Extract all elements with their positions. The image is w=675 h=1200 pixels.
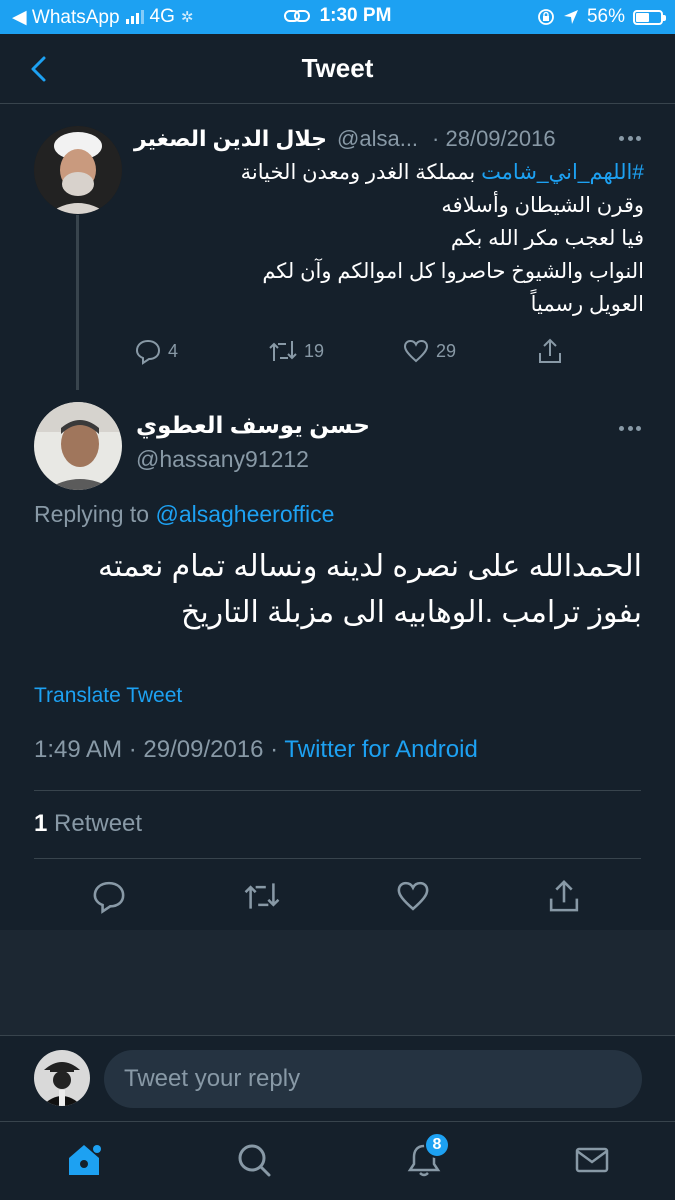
nav-bar: Tweet [0, 34, 675, 104]
tweet-source-link[interactable]: Twitter for Android [284, 736, 477, 763]
network-type: 4G [149, 6, 175, 27]
parent-more-icon[interactable] [619, 136, 641, 142]
focused-tweet-text: الحمدالله على نصره لدينه ونساله تمام نعم… [30, 544, 642, 636]
parent-reply-button[interactable]: 4 [134, 337, 178, 365]
page-title: Tweet [301, 53, 374, 83]
retweet-icon [244, 883, 280, 909]
tweet-timestamp: 1:49 AM · 29/09/2016 · [34, 736, 285, 763]
share-button[interactable] [546, 878, 582, 914]
parent-share-button[interactable] [536, 337, 564, 365]
focused-actions [0, 878, 675, 914]
tab-notifications[interactable]: 8 [404, 1132, 450, 1180]
tab-bar: 8 [0, 1121, 675, 1200]
home-icon [69, 1145, 101, 1175]
parent-handle[interactable]: @alsa... [337, 126, 418, 152]
focused-more-icon[interactable] [619, 426, 641, 432]
tweet-meta: 1:49 AM · 29/09/2016 · Twitter for Andro… [34, 736, 478, 764]
tab-home[interactable] [64, 1140, 104, 1180]
reply-button[interactable] [91, 878, 127, 914]
parent-like-count: 29 [436, 340, 457, 361]
replying-to: Replying to @alsagheeroffice [34, 501, 334, 528]
location-icon [563, 10, 578, 24]
tweet-text-line: بفوز ترامب .الوهابيه الى مزبلة التاريخ [180, 596, 642, 629]
status-bar: ◀ WhatsApp 4G ✲ 1:30 PM 56% [0, 0, 675, 34]
share-icon [539, 338, 561, 363]
status-left: ◀ WhatsApp 4G ✲ [12, 6, 193, 29]
author-display-name[interactable]: حسن يوسف العطوي [136, 412, 370, 439]
back-to-app-link[interactable]: ◀ WhatsApp [12, 6, 120, 29]
battery-icon [633, 9, 666, 25]
heart-icon [397, 881, 429, 911]
battery-percent: 56% [586, 6, 625, 27]
parent-tweet[interactable]: جلال الدين الصغير @alsa... · 28/09/2016 … [0, 104, 675, 394]
retweet-count: 1 [34, 810, 48, 837]
notifications-badge: 8 [424, 1132, 450, 1158]
orientation-lock-icon [538, 9, 554, 25]
parent-avatar[interactable] [34, 126, 122, 214]
retweets-count-link[interactable]: 1 Retweet [34, 810, 142, 838]
parent-tweet-text: #اللهم_اني_شامت بمملكة الغدر ومعدن الخيا… [134, 156, 644, 321]
heart-icon [403, 339, 429, 363]
parent-retweet-button[interactable]: 19 [268, 337, 324, 365]
parent-text-line: وقرن الشيطان وأسلافه [441, 194, 644, 217]
parent-like-button[interactable]: 29 [402, 337, 456, 365]
activity-icon: ✲ [180, 9, 194, 26]
back-chevron-icon[interactable] [22, 52, 56, 86]
meta-divider [34, 790, 641, 791]
replying-prefix: Replying to [34, 501, 156, 527]
stats-divider [34, 858, 641, 859]
tab-search[interactable] [234, 1140, 274, 1180]
tweet-text-line: الحمدالله على نصره لدينه ونساله تمام نعم… [98, 550, 642, 583]
reply-input[interactable]: Tweet your reply [104, 1050, 642, 1108]
battery-fill [636, 12, 650, 22]
retweet-icon [269, 341, 297, 361]
parent-actions: 4 19 29 [134, 336, 574, 366]
like-button[interactable] [395, 878, 431, 914]
retweet-label: Retweet [47, 810, 143, 837]
search-icon [238, 1144, 271, 1177]
parent-reply-count: 4 [168, 340, 179, 361]
replying-mention-link[interactable]: @alsagheeroffice [155, 501, 334, 527]
empty-area [0, 930, 675, 1035]
thread-line [76, 215, 79, 390]
parent-text-line: النواب والشيوخ حاصروا كل اموالكم وآن لكم [262, 260, 644, 283]
mail-icon [575, 1147, 609, 1173]
parent-retweet-count: 19 [304, 340, 325, 361]
parent-text-line: العويل رسمياً [530, 293, 644, 316]
link-icon [283, 9, 310, 22]
parent-text-line: بمملكة الغدر ومعدن الخيانة [240, 161, 482, 184]
reply-bar: Tweet your reply [0, 1035, 675, 1121]
tab-messages[interactable] [572, 1140, 612, 1180]
parent-header: جلال الدين الصغير @alsa... · 28/09/2016 [134, 122, 645, 156]
my-avatar[interactable] [34, 1050, 90, 1106]
reply-placeholder: Tweet your reply [124, 1065, 301, 1092]
parent-text-line: فيا لعجب مكر الله بكم [450, 227, 644, 250]
translate-tweet-link[interactable]: Translate Tweet [34, 684, 182, 708]
retweet-button[interactable] [243, 878, 280, 914]
status-time: 1:30 PM [319, 4, 392, 26]
signal-icon [125, 10, 144, 24]
reply-icon [93, 881, 125, 914]
status-right: 56% [537, 6, 666, 28]
parent-date: · 28/09/2016 [432, 126, 556, 151]
parent-hashtag-link[interactable]: #اللهم_اني_شامت [481, 161, 644, 184]
reply-icon [135, 339, 161, 365]
share-icon [549, 880, 579, 912]
author-avatar[interactable] [34, 402, 122, 490]
author-handle[interactable]: @hassany91212 [136, 446, 309, 473]
parent-display-name[interactable]: جلال الدين الصغير [134, 126, 327, 152]
